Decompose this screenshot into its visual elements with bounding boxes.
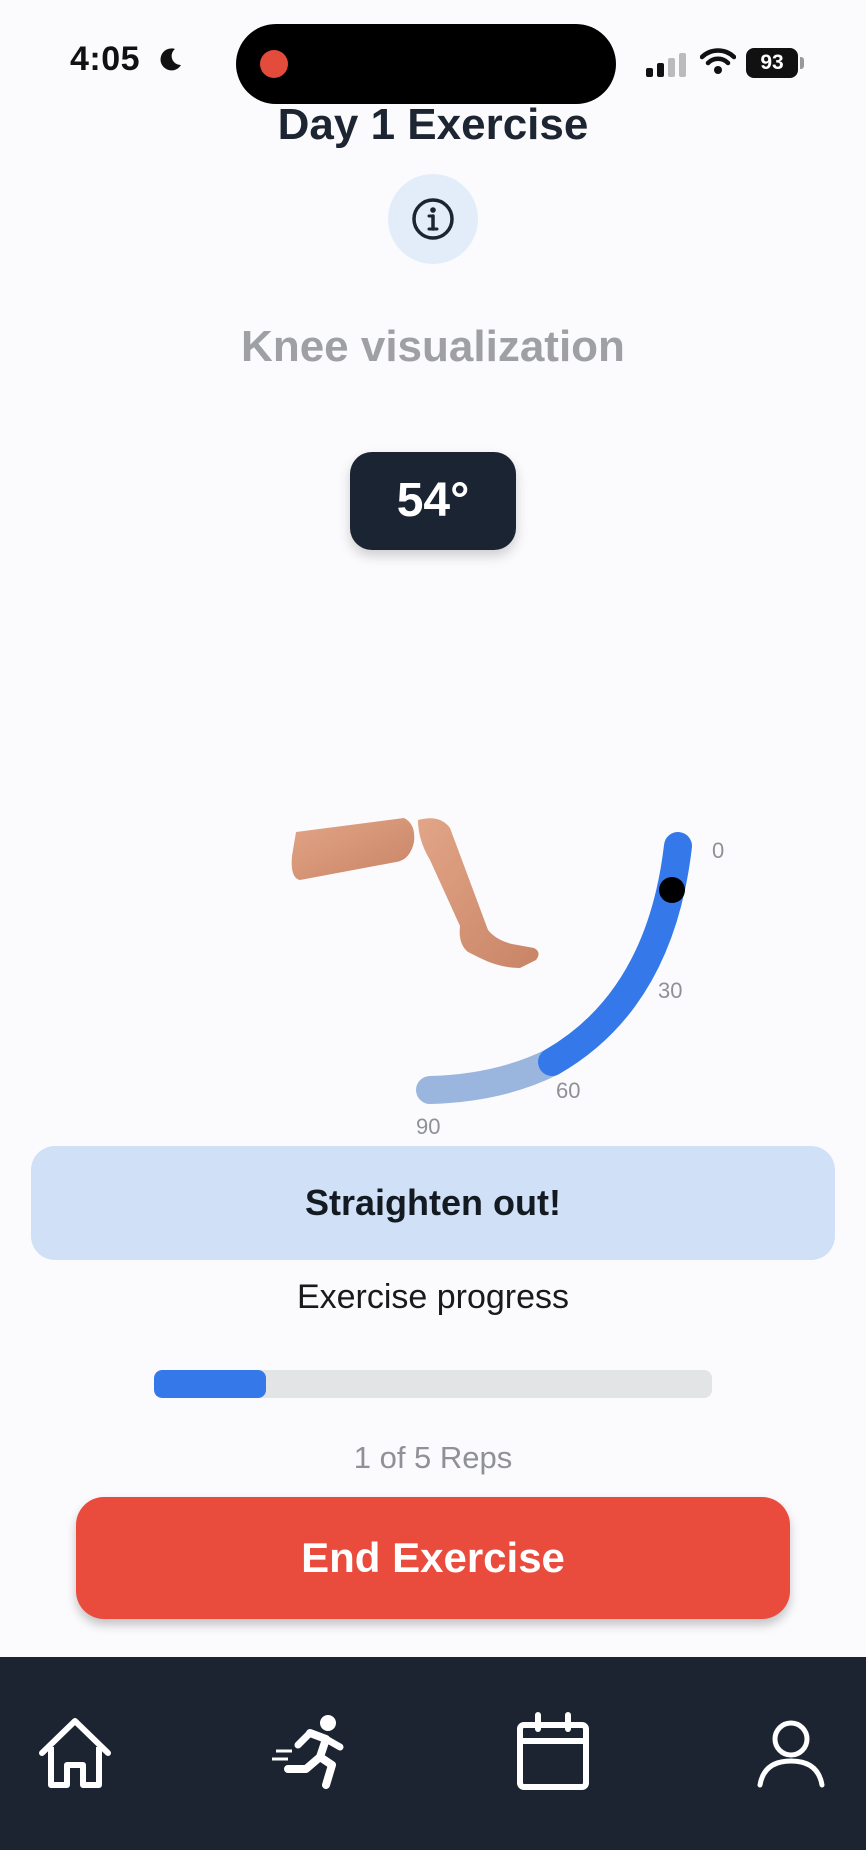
gauge-track-active — [538, 832, 692, 1076]
tab-profile[interactable] — [746, 1707, 836, 1797]
battery-indicator: 93 — [746, 48, 798, 78]
progress-bar-fill — [154, 1370, 266, 1398]
end-exercise-button[interactable]: End Exercise — [76, 1497, 790, 1619]
angle-display: 54° — [350, 452, 516, 550]
battery-level: 93 — [760, 51, 784, 74]
tab-calendar[interactable] — [508, 1707, 598, 1797]
running-icon — [272, 1715, 344, 1789]
visualization-title: Knee visualization — [241, 322, 625, 371]
thigh-illustration — [291, 818, 415, 880]
gauge-tick-90: 90 — [416, 1114, 440, 1139]
status-time: 4:05 — [70, 40, 141, 78]
tab-exercise[interactable] — [266, 1707, 356, 1797]
lower-leg-illustration — [418, 818, 539, 968]
knee-visualization: 0 30 60 90 — [291, 818, 724, 1139]
angle-indicator-dot — [659, 877, 685, 903]
gauge-tick-0: 0 — [712, 838, 724, 863]
dynamic-island — [236, 24, 616, 104]
wifi-icon — [700, 48, 736, 74]
recording-indicator-icon — [260, 50, 288, 78]
reps-counter: 1 of 5 Reps — [353, 1440, 513, 1475]
tab-bar — [0, 1657, 866, 1850]
home-icon — [39, 1718, 111, 1788]
page-title: Day 1 Exercise — [277, 100, 589, 149]
info-icon — [412, 198, 454, 240]
cellular-signal-icon — [646, 53, 686, 77]
instruction-card: Straighten out! — [31, 1146, 835, 1260]
progress-label: Exercise progress — [296, 1278, 570, 1316]
tab-home[interactable] — [30, 1707, 120, 1797]
battery-nub — [800, 57, 804, 69]
gauge-tick-30: 30 — [658, 978, 682, 1003]
profile-icon — [757, 1720, 825, 1788]
calendar-icon — [517, 1712, 589, 1790]
moon-icon — [160, 48, 181, 71]
info-button[interactable] — [388, 174, 478, 264]
gauge-track-inactive — [416, 1048, 566, 1104]
progress-bar — [154, 1370, 712, 1398]
gauge-tick-60: 60 — [556, 1078, 580, 1103]
